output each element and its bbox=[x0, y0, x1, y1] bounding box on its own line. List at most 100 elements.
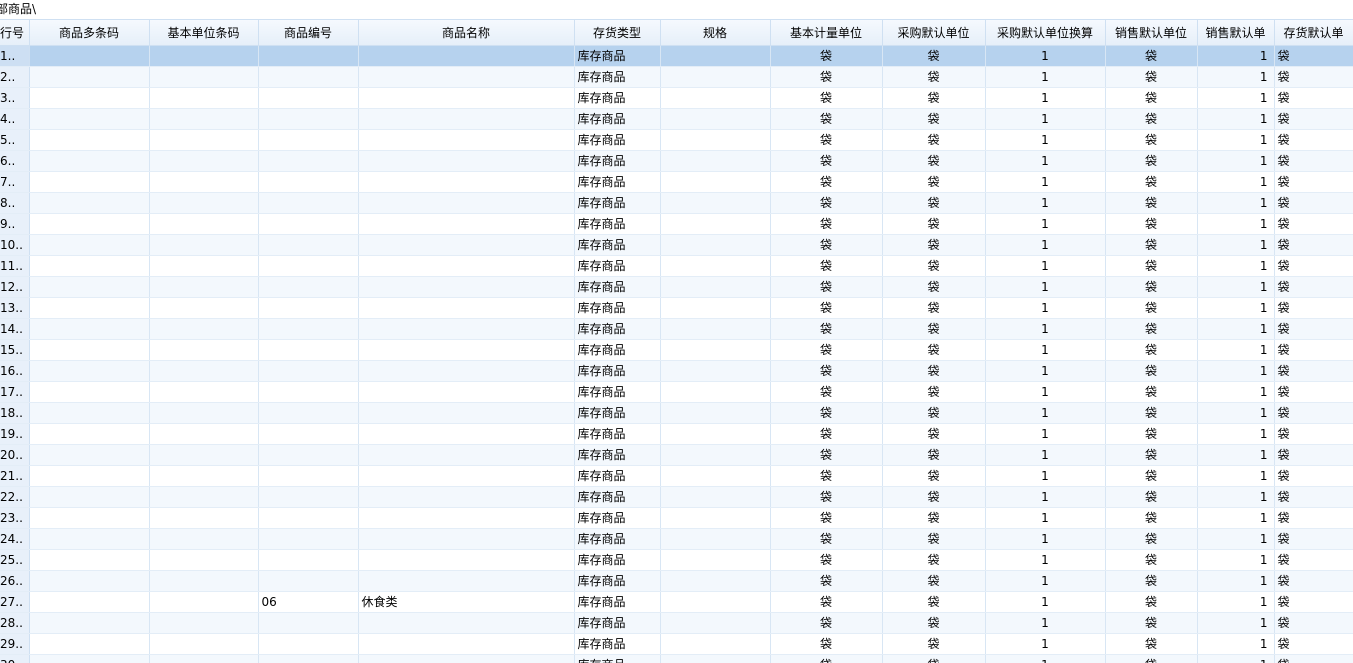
row-number-cell[interactable]: 9.. bbox=[0, 214, 29, 235]
multi-barcode-cell[interactable] bbox=[29, 298, 149, 319]
base-unit-barcode-cell[interactable] bbox=[149, 130, 258, 151]
base-unit-barcode-cell[interactable] bbox=[149, 67, 258, 88]
purchase-unit-cell[interactable]: 袋 bbox=[882, 67, 985, 88]
col-header-product-name[interactable]: 商品名称 bbox=[358, 20, 574, 46]
product-name-cell[interactable] bbox=[358, 109, 574, 130]
inventory-type-cell[interactable]: 库存商品 bbox=[574, 466, 660, 487]
inventory-type-cell[interactable]: 库存商品 bbox=[574, 193, 660, 214]
base-unit-barcode-cell[interactable] bbox=[149, 256, 258, 277]
product-code-cell[interactable] bbox=[258, 445, 358, 466]
product-name-cell[interactable] bbox=[358, 151, 574, 172]
multi-barcode-cell[interactable] bbox=[29, 445, 149, 466]
purchase-unit-cell[interactable]: 袋 bbox=[882, 214, 985, 235]
multi-barcode-cell[interactable] bbox=[29, 571, 149, 592]
table-row[interactable]: 14..库存商品袋袋1袋1袋 bbox=[0, 319, 1353, 340]
col-header-inventory-type[interactable]: 存货类型 bbox=[574, 20, 660, 46]
purchase-ratio-cell[interactable]: 1 bbox=[985, 298, 1105, 319]
base-unit-cell[interactable]: 袋 bbox=[770, 403, 882, 424]
table-row[interactable]: 24..库存商品袋袋1袋1袋 bbox=[0, 529, 1353, 550]
sales-ratio-cell[interactable]: 1 bbox=[1197, 571, 1274, 592]
base-unit-cell[interactable]: 袋 bbox=[770, 277, 882, 298]
product-code-cell[interactable] bbox=[258, 613, 358, 634]
product-name-cell[interactable] bbox=[358, 634, 574, 655]
purchase-unit-cell[interactable]: 袋 bbox=[882, 256, 985, 277]
product-name-cell[interactable] bbox=[358, 130, 574, 151]
base-unit-barcode-cell[interactable] bbox=[149, 298, 258, 319]
table-row[interactable]: 7..库存商品袋袋1袋1袋 bbox=[0, 172, 1353, 193]
purchase-ratio-cell[interactable]: 1 bbox=[985, 130, 1105, 151]
sales-ratio-cell[interactable]: 1 bbox=[1197, 424, 1274, 445]
col-header-base-unit[interactable]: 基本计量单位 bbox=[770, 20, 882, 46]
product-name-cell[interactable] bbox=[358, 445, 574, 466]
purchase-unit-cell[interactable]: 袋 bbox=[882, 487, 985, 508]
stock-unit-cell[interactable]: 袋 bbox=[1274, 529, 1353, 550]
multi-barcode-cell[interactable] bbox=[29, 319, 149, 340]
base-unit-barcode-cell[interactable] bbox=[149, 151, 258, 172]
purchase-unit-cell[interactable]: 袋 bbox=[882, 508, 985, 529]
base-unit-barcode-cell[interactable] bbox=[149, 109, 258, 130]
stock-unit-cell[interactable]: 袋 bbox=[1274, 571, 1353, 592]
base-unit-cell[interactable]: 袋 bbox=[770, 382, 882, 403]
table-row[interactable]: 27..06休食类库存商品袋袋1袋1袋 bbox=[0, 592, 1353, 613]
multi-barcode-cell[interactable] bbox=[29, 172, 149, 193]
base-unit-cell[interactable]: 袋 bbox=[770, 172, 882, 193]
sales-ratio-cell[interactable]: 1 bbox=[1197, 214, 1274, 235]
inventory-type-cell[interactable]: 库存商品 bbox=[574, 319, 660, 340]
base-unit-barcode-cell[interactable] bbox=[149, 403, 258, 424]
col-header-spec[interactable]: 规格 bbox=[660, 20, 770, 46]
product-code-cell[interactable] bbox=[258, 67, 358, 88]
purchase-ratio-cell[interactable]: 1 bbox=[985, 403, 1105, 424]
col-header-multi-barcode[interactable]: 商品多条码 bbox=[29, 20, 149, 46]
spec-cell[interactable] bbox=[660, 382, 770, 403]
product-name-cell[interactable] bbox=[358, 487, 574, 508]
sales-unit-cell[interactable]: 袋 bbox=[1105, 130, 1197, 151]
inventory-type-cell[interactable]: 库存商品 bbox=[574, 88, 660, 109]
row-number-cell[interactable]: 6.. bbox=[0, 151, 29, 172]
purchase-ratio-cell[interactable]: 1 bbox=[985, 319, 1105, 340]
sales-ratio-cell[interactable]: 1 bbox=[1197, 529, 1274, 550]
sales-ratio-cell[interactable]: 1 bbox=[1197, 550, 1274, 571]
sales-ratio-cell[interactable]: 1 bbox=[1197, 88, 1274, 109]
spec-cell[interactable] bbox=[660, 319, 770, 340]
product-code-cell[interactable] bbox=[258, 46, 358, 67]
inventory-type-cell[interactable]: 库存商品 bbox=[574, 550, 660, 571]
multi-barcode-cell[interactable] bbox=[29, 613, 149, 634]
purchase-unit-cell[interactable]: 袋 bbox=[882, 88, 985, 109]
sales-ratio-cell[interactable]: 1 bbox=[1197, 109, 1274, 130]
base-unit-barcode-cell[interactable] bbox=[149, 172, 258, 193]
stock-unit-cell[interactable]: 袋 bbox=[1274, 445, 1353, 466]
row-number-cell[interactable]: 27.. bbox=[0, 592, 29, 613]
inventory-type-cell[interactable]: 库存商品 bbox=[574, 172, 660, 193]
base-unit-barcode-cell[interactable] bbox=[149, 340, 258, 361]
sales-unit-cell[interactable]: 袋 bbox=[1105, 361, 1197, 382]
product-name-cell[interactable] bbox=[358, 88, 574, 109]
sales-unit-cell[interactable]: 袋 bbox=[1105, 256, 1197, 277]
base-unit-barcode-cell[interactable] bbox=[149, 319, 258, 340]
product-code-cell[interactable] bbox=[258, 235, 358, 256]
purchase-ratio-cell[interactable]: 1 bbox=[985, 466, 1105, 487]
product-code-cell[interactable] bbox=[258, 340, 358, 361]
base-unit-barcode-cell[interactable] bbox=[149, 46, 258, 67]
row-number-cell[interactable]: 24.. bbox=[0, 529, 29, 550]
spec-cell[interactable] bbox=[660, 529, 770, 550]
base-unit-cell[interactable]: 袋 bbox=[770, 466, 882, 487]
purchase-unit-cell[interactable]: 袋 bbox=[882, 613, 985, 634]
base-unit-barcode-cell[interactable] bbox=[149, 214, 258, 235]
purchase-ratio-cell[interactable]: 1 bbox=[985, 445, 1105, 466]
inventory-type-cell[interactable]: 库存商品 bbox=[574, 298, 660, 319]
product-code-cell[interactable] bbox=[258, 550, 358, 571]
base-unit-cell[interactable]: 袋 bbox=[770, 340, 882, 361]
purchase-unit-cell[interactable]: 袋 bbox=[882, 172, 985, 193]
purchase-ratio-cell[interactable]: 1 bbox=[985, 424, 1105, 445]
table-row[interactable]: 20..库存商品袋袋1袋1袋 bbox=[0, 445, 1353, 466]
stock-unit-cell[interactable]: 袋 bbox=[1274, 277, 1353, 298]
row-number-cell[interactable]: 14.. bbox=[0, 319, 29, 340]
row-number-cell[interactable]: 7.. bbox=[0, 172, 29, 193]
base-unit-cell[interactable]: 袋 bbox=[770, 613, 882, 634]
row-number-cell[interactable]: 29.. bbox=[0, 634, 29, 655]
base-unit-cell[interactable]: 袋 bbox=[770, 571, 882, 592]
product-code-cell[interactable] bbox=[258, 151, 358, 172]
col-header-product-code[interactable]: 商品编号 bbox=[258, 20, 358, 46]
spec-cell[interactable] bbox=[660, 67, 770, 88]
stock-unit-cell[interactable]: 袋 bbox=[1274, 508, 1353, 529]
